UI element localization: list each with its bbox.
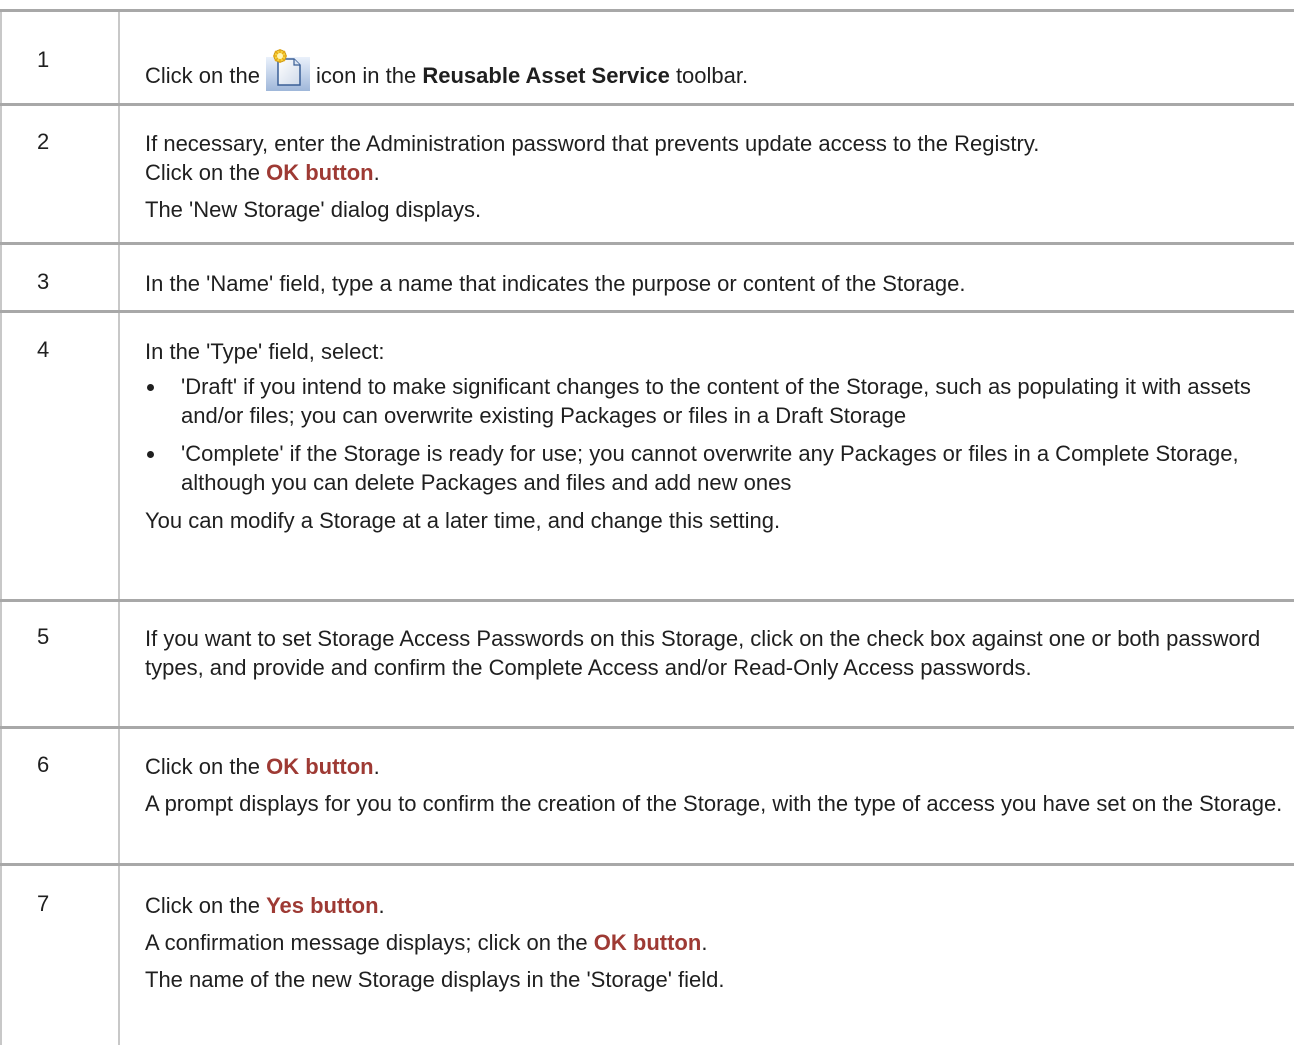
step-number-cell: 6 [0, 726, 120, 866]
step-body: If you want to set Storage Access Passwo… [119, 599, 1294, 729]
step-text: In the 'Name' field, type a name that in… [145, 271, 966, 296]
step-row-6: 6 Click on the OK button. A prompt displ… [0, 726, 1294, 866]
procedure-steps-table: 1 Click on the icon in the Reusable Asse… [0, 9, 1294, 1045]
step-text: If you want to set Storage Access Passwo… [145, 626, 1261, 680]
text-run: . [373, 160, 380, 185]
step-row-1: 1 Click on the icon in the Reusable Asse… [0, 9, 1294, 106]
step-body: Click on the icon in the Reusable Asset … [119, 9, 1294, 106]
step-number-cell: 7 [0, 863, 120, 1045]
text-run: . [701, 930, 708, 955]
step-body: Click on the Yes button. A confirmation … [119, 863, 1294, 1045]
step-text: A confirmation message displays; click o… [145, 928, 1290, 957]
step-number: 2 [37, 129, 50, 154]
text-run: . [373, 754, 380, 779]
step-text: In the 'Type' field, select: [145, 339, 385, 364]
step-row-2: 2 If necessary, enter the Administration… [0, 103, 1294, 245]
toolbar-name: Reusable Asset Service [422, 63, 670, 88]
text-run: A confirmation message displays; click o… [145, 930, 588, 955]
step-text: Click on the OK button. [145, 158, 1290, 187]
new-storage-icon [265, 47, 310, 91]
step-text: If necessary, enter the Administration p… [145, 131, 1040, 156]
ok-button-reference: OK button [593, 930, 702, 955]
step-text: You can modify a Storage at a later time… [145, 508, 781, 533]
step-number-cell: 3 [0, 242, 120, 313]
text-run: Click on the [145, 893, 260, 918]
step-row-4: 4 In the 'Type' field, select: 'Draft' i… [0, 310, 1294, 602]
step-row-5: 5 If you want to set Storage Access Pass… [0, 599, 1294, 729]
step-number: 7 [37, 891, 50, 916]
text-run: . [378, 893, 385, 918]
step-body: In the 'Name' field, type a name that in… [119, 242, 1294, 313]
step-body: In the 'Type' field, select: 'Draft' if … [119, 310, 1294, 602]
step-body: If necessary, enter the Administration p… [119, 103, 1294, 245]
bullet-icon [147, 451, 154, 458]
yes-button-reference: Yes button [266, 893, 379, 918]
step-number: 4 [37, 337, 50, 362]
type-options-list: 'Draft' if you intend to make significan… [145, 372, 1290, 497]
bullet-icon [147, 384, 154, 391]
step-number: 5 [37, 624, 50, 649]
step-number-cell: 5 [0, 599, 120, 729]
text-run: Click on the [145, 754, 260, 779]
list-item-text: 'Complete' if the Storage is ready for u… [181, 441, 1239, 495]
step-number: 1 [37, 47, 50, 72]
text-run: toolbar. [675, 63, 749, 88]
list-item-text: 'Draft' if you intend to make significan… [181, 374, 1251, 428]
ok-button-reference: OK button [266, 754, 374, 779]
step-text: The 'New Storage' dialog displays. [145, 197, 482, 222]
step-number-cell: 4 [0, 310, 120, 602]
list-item: 'Draft' if you intend to make significan… [145, 372, 1290, 430]
text-run: Click on the [145, 63, 260, 88]
text-run: icon in the [315, 63, 417, 88]
step-text: A prompt displays for you to confirm the… [145, 791, 1283, 816]
step-text: The name of the new Storage displays in … [145, 967, 725, 992]
step-text: Click on the icon in the Reusable Asset … [145, 47, 1290, 98]
step-number: 6 [37, 752, 50, 777]
step-body: Click on the OK button. A prompt display… [119, 726, 1294, 866]
step-row-3: 3 In the 'Name' field, type a name that … [0, 242, 1294, 313]
step-number-cell: 2 [0, 103, 120, 245]
step-number-cell: 1 [0, 9, 120, 106]
step-text: Click on the OK button. [145, 752, 1290, 781]
step-text: Click on the Yes button. [145, 891, 1290, 920]
list-item: 'Complete' if the Storage is ready for u… [145, 439, 1290, 497]
step-number: 3 [37, 269, 50, 294]
step-row-7: 7 Click on the Yes button. A confirmatio… [0, 863, 1294, 1045]
ok-button-reference: OK button [266, 160, 374, 185]
text-run: Click on the [145, 160, 260, 185]
